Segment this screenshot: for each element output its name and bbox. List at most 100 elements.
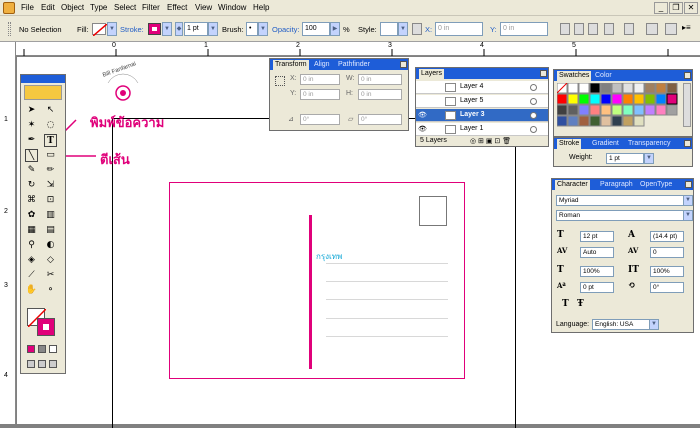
- postcard-divider[interactable]: [309, 215, 312, 369]
- kerning-field[interactable]: Auto: [580, 247, 614, 258]
- address-line[interactable]: [326, 318, 448, 319]
- layer-target-icon[interactable]: [530, 126, 537, 133]
- normal-screen-icon[interactable]: [27, 360, 35, 368]
- font-style-field[interactable]: Roman: [556, 210, 684, 221]
- free-transform-tool-icon[interactable]: ⊡: [44, 194, 57, 207]
- x-field[interactable]: 0 in: [435, 22, 483, 36]
- stroke-weight-spinner[interactable]: ◆: [175, 22, 183, 36]
- menu-view[interactable]: View: [195, 3, 212, 12]
- stroke-weight-dropdown[interactable]: ▼: [208, 22, 218, 36]
- vertical-scale-field[interactable]: 100%: [650, 266, 684, 277]
- address-line[interactable]: [326, 299, 448, 300]
- menu-help[interactable]: Help: [253, 3, 269, 12]
- stroke-label[interactable]: Stroke:: [120, 25, 144, 34]
- scissors-tool-icon[interactable]: ✂: [44, 269, 57, 282]
- hand-tool-icon[interactable]: ✋: [25, 284, 38, 297]
- angle-field[interactable]: 0°: [300, 114, 340, 125]
- menu-filter[interactable]: Filter: [142, 3, 160, 12]
- panel-menu-icon[interactable]: ▸≡: [682, 23, 694, 35]
- layer-target-icon[interactable]: [530, 112, 537, 119]
- menu-effect[interactable]: Effect: [167, 3, 187, 12]
- panel-menu-icon[interactable]: [685, 181, 692, 188]
- tab-layers[interactable]: Layers: [419, 69, 445, 79]
- font-style-dropdown[interactable]: ▼: [683, 210, 693, 221]
- symbol-sprayer-tool-icon[interactable]: ✿: [25, 209, 38, 222]
- style-swatch[interactable]: [380, 22, 398, 36]
- horizontal-scale-field[interactable]: 100%: [580, 266, 614, 277]
- tab-paragraph[interactable]: Paragraph: [598, 180, 635, 190]
- eyedropper-tool-icon[interactable]: ⚲: [25, 239, 38, 252]
- isolate-icon[interactable]: [624, 23, 634, 35]
- stamp-box[interactable]: [419, 196, 447, 226]
- layer-row[interactable]: Layer 5: [416, 95, 548, 108]
- panel-menu-icon[interactable]: [540, 70, 547, 77]
- address-text[interactable]: กรุงเทพ: [316, 250, 342, 263]
- stroke-color-box[interactable]: [37, 318, 55, 336]
- panel-menu-icon[interactable]: [684, 72, 691, 79]
- w-field[interactable]: 0 in: [358, 74, 402, 85]
- paintbrush-tool-icon[interactable]: ✎: [25, 164, 38, 177]
- width-icon[interactable]: [560, 23, 570, 35]
- address-line[interactable]: [326, 336, 448, 337]
- close-icon[interactable]: ✕: [684, 2, 698, 14]
- stroke-weight-field[interactable]: 1 pt: [184, 22, 208, 36]
- line-tool-icon[interactable]: ╲: [25, 149, 38, 162]
- rectangle-tool-icon[interactable]: ▭: [44, 149, 57, 162]
- address-line[interactable]: [326, 263, 448, 264]
- direct-selection-tool-icon[interactable]: ↖: [44, 104, 57, 117]
- rotate-tool-icon[interactable]: ↻: [25, 179, 38, 192]
- font-family-field[interactable]: Myriad: [556, 195, 684, 206]
- layer-target-icon[interactable]: [530, 84, 537, 91]
- tab-align[interactable]: Align: [312, 60, 332, 70]
- slice-tool-icon[interactable]: ⟋: [25, 269, 38, 282]
- weight-field[interactable]: 1 pt: [606, 153, 644, 164]
- weight-dropdown[interactable]: ▼: [644, 153, 654, 164]
- layer-row[interactable]: 👁 Layer 1: [416, 123, 548, 136]
- tab-transparency[interactable]: Transparency: [626, 139, 673, 149]
- color-mode-icon[interactable]: [27, 345, 35, 353]
- tab-stroke[interactable]: Stroke: [557, 139, 582, 149]
- tab-opentype[interactable]: OpenType: [638, 180, 674, 190]
- layer-target-icon[interactable]: [530, 98, 537, 105]
- document-setup-icon[interactable]: [646, 23, 658, 35]
- font-size-field[interactable]: 12 pt: [580, 231, 614, 242]
- height-icon[interactable]: [574, 23, 584, 35]
- gradient-mode-icon[interactable]: [38, 345, 46, 353]
- y-field[interactable]: 0 in: [300, 89, 340, 100]
- none-mode-icon[interactable]: [49, 345, 57, 353]
- gradient-tool-icon[interactable]: ▤: [44, 224, 57, 237]
- layer-actions-icon[interactable]: ◎ ⊞ ▣ ⊡ 🗑: [470, 137, 511, 145]
- leading-field[interactable]: (14.4 pt): [650, 231, 684, 242]
- restore-icon[interactable]: ❐: [669, 2, 683, 14]
- tab-gradient[interactable]: Gradient: [590, 139, 621, 149]
- preferences-icon[interactable]: [665, 23, 677, 35]
- stroke-dropdown[interactable]: ▼: [162, 22, 172, 36]
- menu-edit[interactable]: Edit: [41, 3, 55, 12]
- tab-transform[interactable]: Transform: [273, 60, 309, 70]
- underline-icon[interactable]: T: [562, 299, 569, 309]
- menu-select[interactable]: Select: [114, 3, 136, 12]
- panel-menu-icon[interactable]: [400, 61, 407, 68]
- fill-dropdown[interactable]: ▼: [107, 22, 117, 36]
- layer-row[interactable]: Layer 4: [416, 81, 548, 94]
- opacity-field[interactable]: 100: [302, 22, 330, 36]
- pen-tool-icon[interactable]: ✒: [25, 134, 38, 147]
- address-line[interactable]: [326, 281, 448, 282]
- strikethrough-icon[interactable]: Ŧ: [577, 299, 584, 309]
- selection-tool-icon[interactable]: ➤: [25, 104, 38, 117]
- align-icon[interactable]: [588, 23, 598, 35]
- full-screen-icon[interactable]: [49, 360, 57, 368]
- zoom-tool-icon[interactable]: ⚬: [44, 284, 57, 297]
- swatch-grid[interactable]: [557, 83, 681, 127]
- illustrator-logo[interactable]: [24, 85, 62, 100]
- opacity-dropdown[interactable]: ▶: [330, 22, 340, 36]
- character-rotation-field[interactable]: 0°: [650, 282, 684, 293]
- minimize-icon[interactable]: _: [654, 2, 668, 14]
- stroke-swatch[interactable]: [148, 23, 161, 35]
- brush-field[interactable]: •: [246, 22, 258, 36]
- eye-icon[interactable]: 👁: [418, 112, 428, 119]
- fill-swatch[interactable]: [92, 23, 108, 37]
- transform-icon[interactable]: [604, 23, 614, 35]
- reference-point-icon[interactable]: [412, 23, 422, 35]
- baseline-shift-field[interactable]: 0 pt: [580, 282, 614, 293]
